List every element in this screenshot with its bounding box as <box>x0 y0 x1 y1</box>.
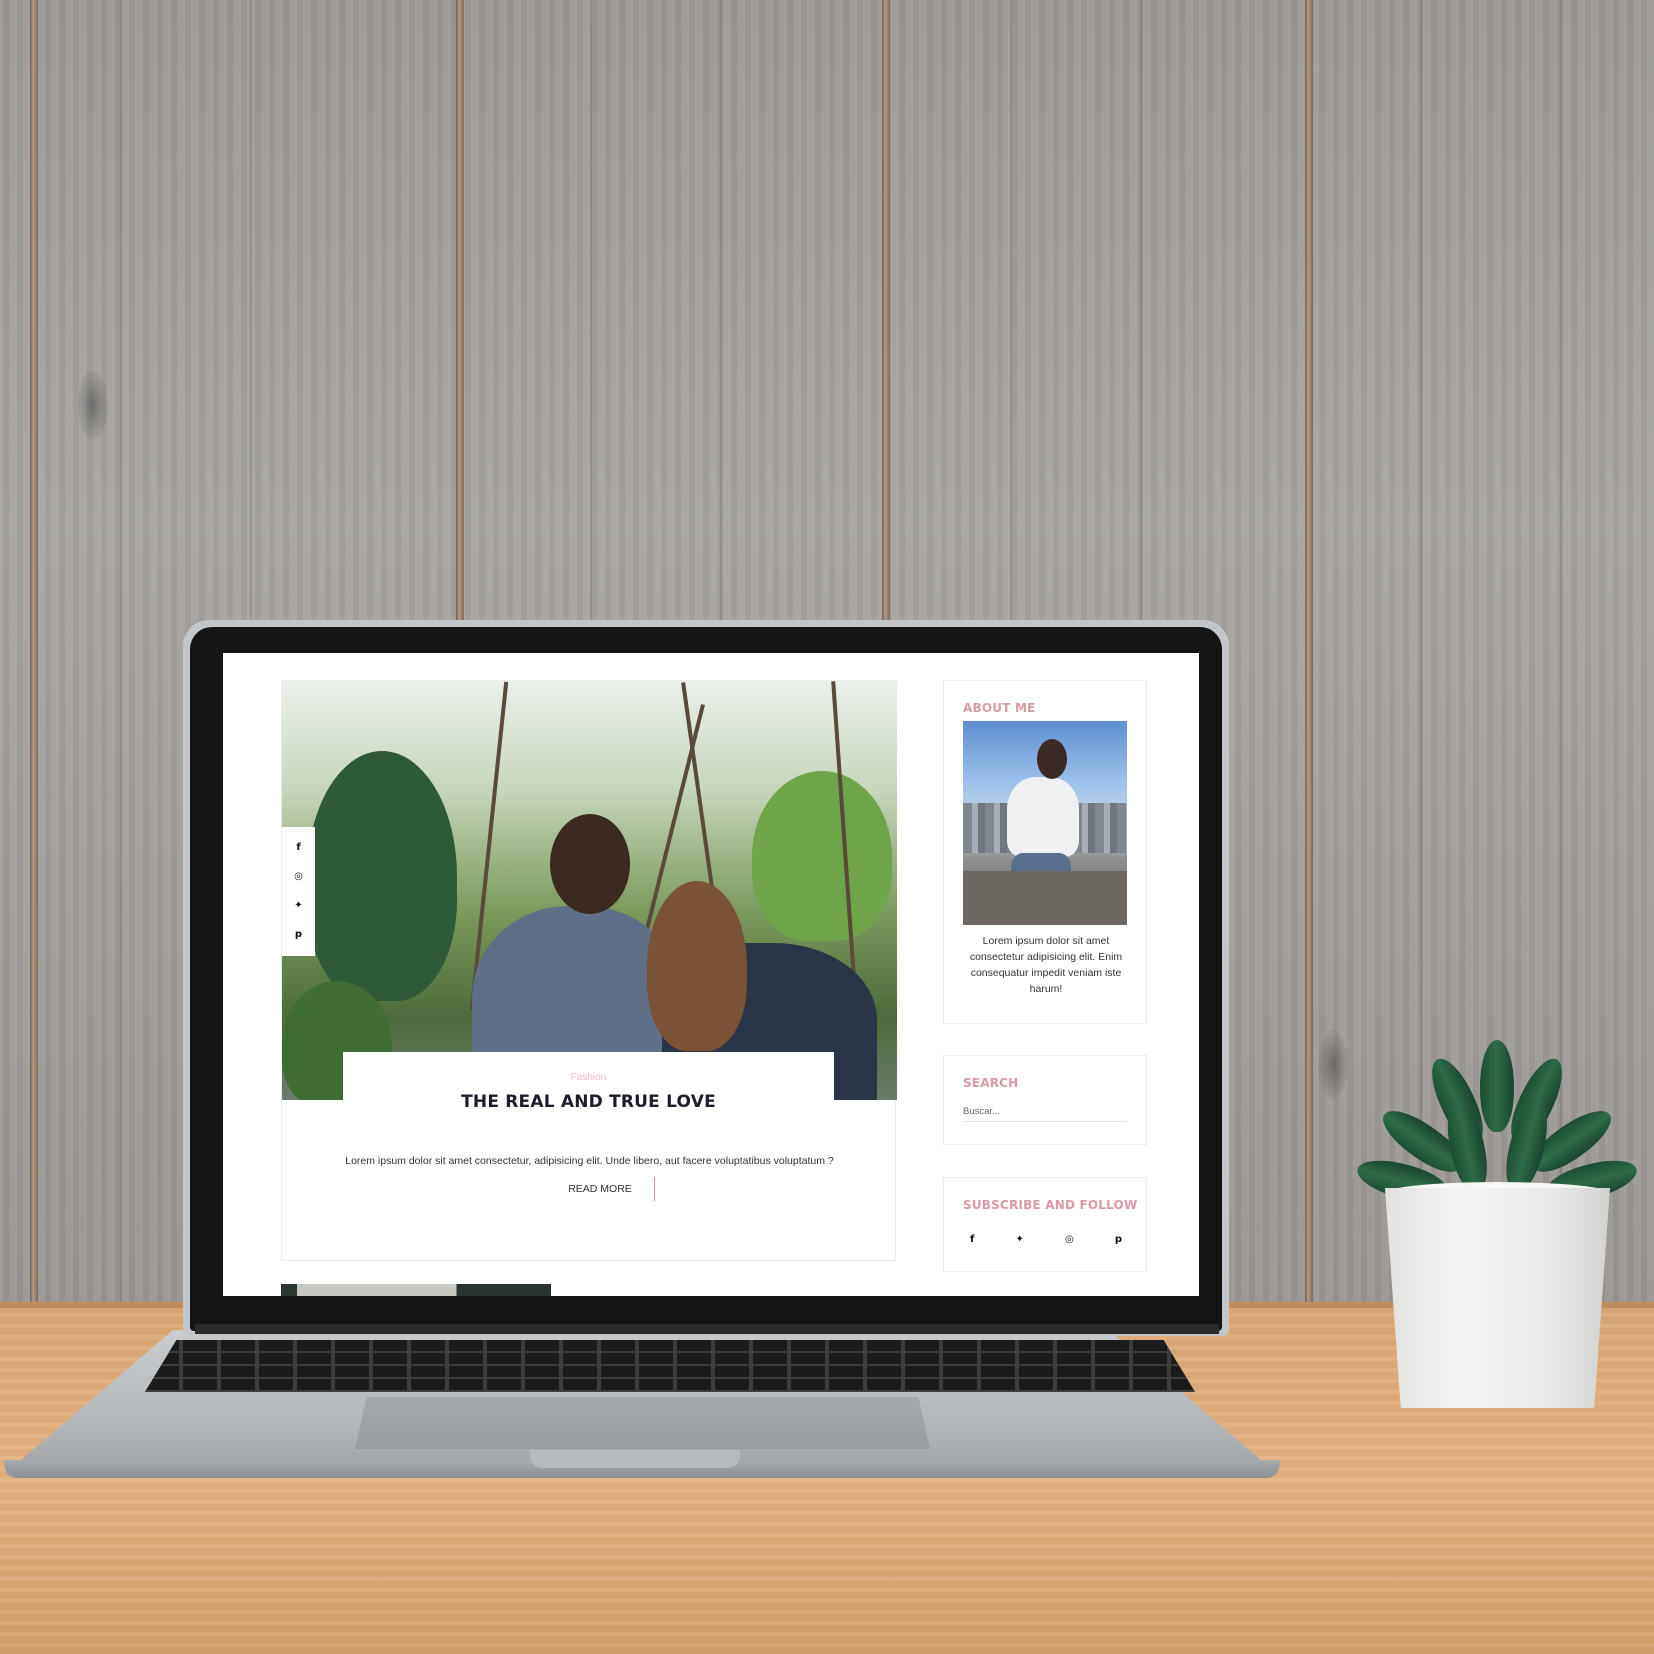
wood-grain <box>1560 0 1562 1302</box>
facebook-icon[interactable]: f <box>970 1234 974 1245</box>
twitter-icon[interactable]: ✦ <box>1015 1234 1023 1245</box>
instagram-icon[interactable]: ◎ <box>294 871 303 882</box>
share-sidebar: f ◎ ✦ p <box>282 827 315 956</box>
post-excerpt: Lorem ipsum dolor sit amet consectetur, … <box>345 1155 834 1167</box>
subscribe-title: SUBSCRIBE AND FOLLOW <box>963 1198 1138 1212</box>
woman-head <box>1037 739 1067 779</box>
plant-pot <box>1385 1188 1610 1408</box>
pinterest-icon[interactable]: p <box>1115 1234 1122 1245</box>
wood-grain <box>120 0 122 1302</box>
subscribe-follow-widget: SUBSCRIBE AND FOLLOW f ✦ ◎ p <box>943 1177 1147 1272</box>
laptop-hinge <box>195 1324 1219 1334</box>
facebook-icon[interactable]: f <box>296 842 300 853</box>
about-me-photo <box>963 721 1127 925</box>
search-title: SEARCH <box>963 1076 1019 1090</box>
woman-hair <box>647 881 747 1051</box>
laptop-notch <box>530 1450 740 1468</box>
search-input[interactable] <box>963 1102 1127 1122</box>
about-me-text: Lorem ipsum dolor sit amet consectetur a… <box>969 935 1123 995</box>
instagram-icon[interactable]: ◎ <box>1065 1234 1074 1245</box>
blog-post-card: f ◎ ✦ p Fashion THE REAL AND TRUE LOVE L… <box>281 680 897 1261</box>
post-category[interactable]: Fashion <box>343 1072 834 1083</box>
wood-knot <box>1318 1030 1348 1100</box>
stone-wall <box>963 871 1127 925</box>
tree <box>307 751 457 1001</box>
pinterest-icon[interactable]: p <box>295 930 302 940</box>
about-me-widget: ABOUT ME Lorem ipsum dolor sit amet cons… <box>943 680 1147 1024</box>
wood-knot <box>78 370 108 440</box>
post-title[interactable]: THE REAL AND TRUE LOVE <box>343 1092 834 1112</box>
plank-seam <box>30 0 38 1302</box>
succulent-leaf <box>1480 1040 1514 1132</box>
laptop-screen: f ◎ ✦ p Fashion THE REAL AND TRUE LOVE L… <box>223 653 1199 1296</box>
read-more-container: READ MORE <box>282 1177 897 1201</box>
woman-sweater <box>1007 777 1079 857</box>
laptop-trackpad <box>355 1397 930 1449</box>
post-hero-image[interactable] <box>282 681 897 1100</box>
post-title-box: Fashion THE REAL AND TRUE LOVE <box>343 1052 834 1112</box>
tree <box>752 771 892 941</box>
follow-icons: f ✦ ◎ p <box>963 1234 1129 1245</box>
twitter-icon[interactable]: ✦ <box>294 901 302 911</box>
search-widget: SEARCH <box>943 1055 1147 1145</box>
plank-seam <box>1305 0 1313 1302</box>
wood-grain <box>1420 0 1422 1302</box>
man-head <box>550 814 630 914</box>
read-more-button[interactable]: READ MORE <box>568 1177 655 1201</box>
about-me-title: ABOUT ME <box>963 701 1036 715</box>
keyboard-rows <box>145 1340 1195 1392</box>
next-post-thumbnail[interactable] <box>281 1284 551 1296</box>
